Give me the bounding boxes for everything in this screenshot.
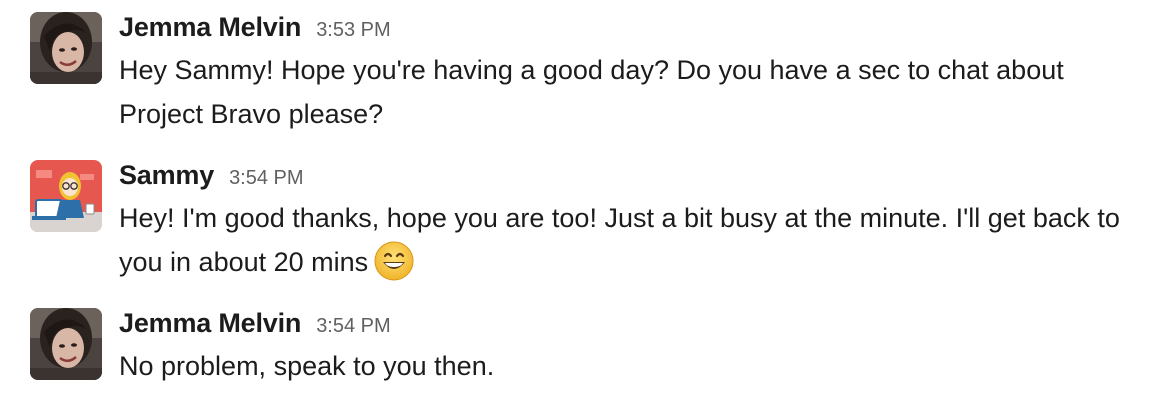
avatar-jemma-melvin[interactable]: [30, 12, 102, 84]
timestamp[interactable]: 3:54 PM: [229, 167, 303, 190]
message-text: Hey Sammy! Hope you're having a good day…: [119, 55, 1064, 129]
timestamp[interactable]: 3:53 PM: [316, 19, 390, 42]
sender-name[interactable]: Jemma Melvin: [119, 12, 301, 43]
message-text: Hey! I'm good thanks, hope you are too! …: [119, 196, 1150, 284]
avatar-jemma-melvin[interactable]: [30, 308, 102, 380]
avatar-sammy[interactable]: [30, 160, 102, 232]
sender-name[interactable]: Sammy: [119, 160, 214, 191]
message-text-content: Hey! I'm good thanks, hope you are too! …: [119, 203, 1120, 277]
timestamp[interactable]: 3:54 PM: [316, 315, 390, 338]
grinning-smile-emoji-icon: [374, 241, 414, 281]
message-text: No problem, speak to you then.: [119, 351, 495, 381]
sender-name[interactable]: Jemma Melvin: [119, 308, 301, 339]
